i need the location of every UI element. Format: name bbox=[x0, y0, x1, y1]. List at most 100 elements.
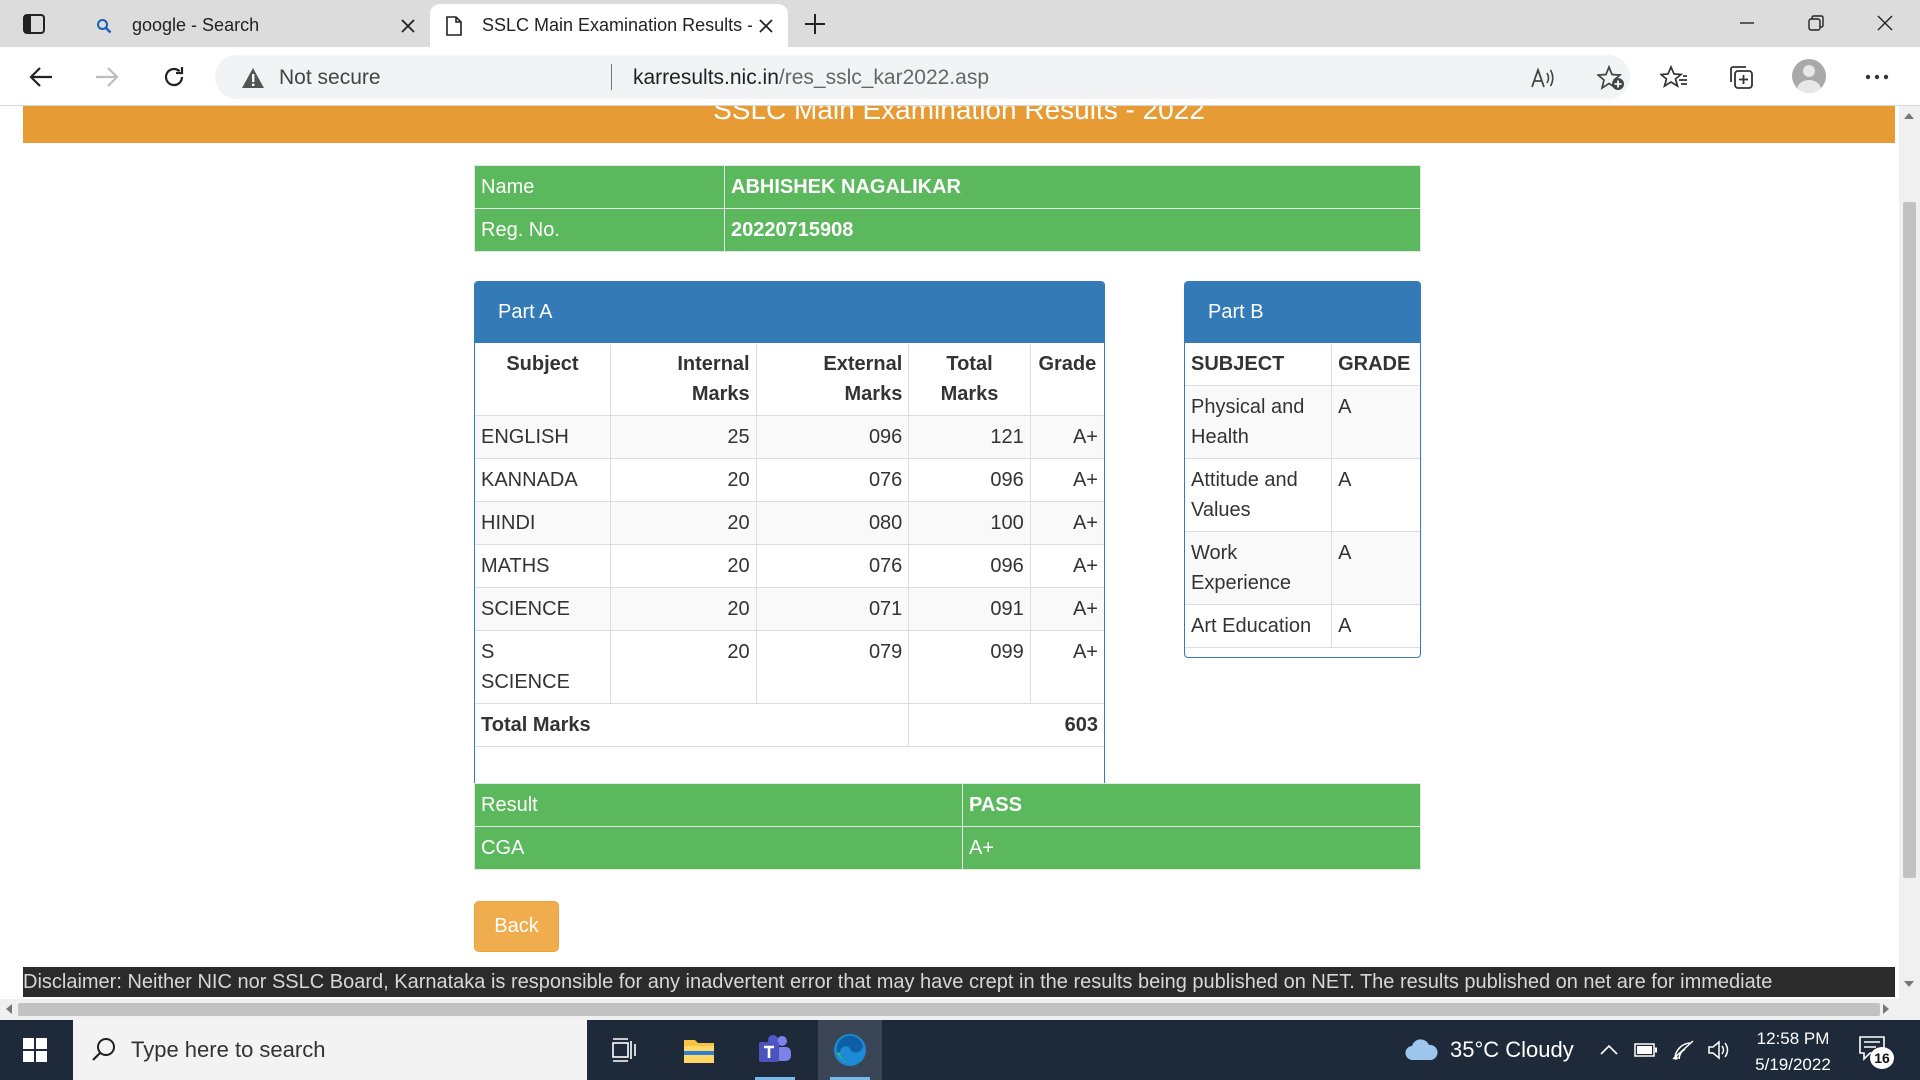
notification-center-button[interactable]: 16 bbox=[1858, 1035, 1894, 1069]
grade-cell: A bbox=[1331, 531, 1420, 605]
scroll-down-icon[interactable] bbox=[1904, 981, 1914, 987]
url-path: /res_sslc_kar2022.asp bbox=[778, 66, 990, 89]
address-bar[interactable]: Not secure karresults.nic.in/res_sslc_ka… bbox=[215, 55, 1630, 99]
subject-cell: HINDI bbox=[475, 501, 611, 545]
teams-button[interactable] bbox=[743, 1020, 807, 1080]
close-tab-icon[interactable] bbox=[394, 12, 422, 40]
speaker-icon bbox=[1708, 1040, 1729, 1060]
star-add-icon bbox=[1597, 65, 1624, 90]
browser-toolbar: Not secure karresults.nic.in/res_sslc_ka… bbox=[0, 47, 1920, 106]
favorites-icon bbox=[1660, 65, 1687, 88]
teams-icon bbox=[759, 1035, 791, 1062]
horizontal-scrollbar[interactable] bbox=[0, 999, 1899, 1020]
scroll-up-icon[interactable] bbox=[1904, 113, 1914, 119]
header-line: Marks bbox=[844, 383, 903, 405]
reg-no-value: 20220715908 bbox=[724, 208, 1421, 252]
total-marks-cell: 091 bbox=[908, 587, 1031, 631]
add-favorite-button[interactable] bbox=[1596, 63, 1626, 93]
avatar-head bbox=[1803, 65, 1815, 77]
part-b-heading: Part B bbox=[1185, 282, 1420, 343]
profile-avatar[interactable] bbox=[1792, 59, 1826, 93]
minimize-button[interactable] bbox=[1725, 8, 1769, 38]
weather-widget[interactable]: 35°C Cloudy bbox=[1404, 1032, 1584, 1068]
header-line: Marks bbox=[940, 383, 999, 405]
page-viewport: SSLC Main Examination Results - 2022 Nam… bbox=[0, 106, 1920, 1020]
refresh-icon bbox=[164, 67, 184, 87]
search-icon bbox=[92, 1038, 115, 1061]
favorites-button[interactable] bbox=[1655, 58, 1693, 96]
scroll-left-icon[interactable] bbox=[6, 1004, 12, 1014]
read-aloud-button[interactable] bbox=[1528, 63, 1558, 93]
start-button[interactable] bbox=[0, 1020, 70, 1080]
vertical-scrollbar[interactable] bbox=[1899, 106, 1920, 1020]
part-a-heading: Part A bbox=[475, 282, 1104, 343]
col-total-header: Total Marks bbox=[908, 343, 1031, 416]
refresh-button[interactable] bbox=[155, 58, 193, 96]
search-icon bbox=[94, 16, 114, 36]
battery-icon bbox=[1634, 1043, 1657, 1057]
back-nav-button[interactable] bbox=[22, 58, 60, 96]
table-row: HINDI 20 080 100 A+ bbox=[475, 501, 1104, 545]
battery-button[interactable] bbox=[1631, 1035, 1661, 1065]
total-row: Total Marks 603 bbox=[475, 703, 1104, 747]
minimize-icon bbox=[1740, 22, 1754, 24]
table-row: S SCIENCE 20 079 099 A+ bbox=[475, 630, 1104, 704]
show-hidden-icons-button[interactable] bbox=[1594, 1035, 1624, 1065]
vertical-scroll-thumb[interactable] bbox=[1903, 202, 1916, 878]
close-window-button[interactable] bbox=[1863, 8, 1907, 38]
security-label[interactable]: Not secure bbox=[279, 66, 381, 90]
network-button[interactable] bbox=[1668, 1035, 1698, 1065]
header-line: External bbox=[823, 353, 903, 375]
tab-title: SSLC Main Examination Results - bbox=[482, 15, 752, 35]
task-view-button[interactable] bbox=[592, 1020, 656, 1080]
horizontal-scroll-thumb[interactable] bbox=[18, 1003, 1880, 1016]
total-marks-cell: 100 bbox=[908, 501, 1031, 545]
volume-button[interactable] bbox=[1704, 1035, 1734, 1065]
part-b-panel: Part B SUBJECT GRADE Physical and Health… bbox=[1184, 281, 1421, 658]
subject-cell: Work Experience bbox=[1185, 531, 1333, 605]
wifi-icon bbox=[1672, 1040, 1694, 1060]
close-tab-icon[interactable] bbox=[752, 12, 780, 40]
table-row: CGA A+ bbox=[474, 826, 1421, 870]
header-line: Total bbox=[946, 353, 993, 375]
part-a-panel: Part A Subject Internal Marks External Mar… bbox=[474, 281, 1105, 858]
scroll-right-icon[interactable] bbox=[1883, 1004, 1889, 1014]
more-icon bbox=[1865, 74, 1889, 80]
table-header-row: Subject Internal Marks External Marks Tota… bbox=[475, 343, 1104, 416]
collections-button[interactable] bbox=[1722, 58, 1760, 96]
tab-actions-button[interactable] bbox=[18, 10, 50, 38]
new-tab-button[interactable] bbox=[800, 9, 830, 39]
internal-marks-cell: 20 bbox=[609, 501, 757, 545]
restore-button[interactable] bbox=[1794, 8, 1838, 38]
system-clock[interactable]: 12:58 PM 5/19/2022 bbox=[1738, 1026, 1848, 1078]
settings-menu-button[interactable] bbox=[1858, 58, 1896, 96]
grade-cell: A bbox=[1331, 385, 1420, 459]
header-line: Marks bbox=[691, 383, 750, 405]
subject-cell: MATHS bbox=[475, 544, 611, 588]
student-info-table: Name ABHISHEK NAGALIKAR Reg. No. 2022071… bbox=[474, 165, 1421, 252]
collections-icon bbox=[1730, 66, 1753, 89]
internal-marks-cell: 20 bbox=[609, 544, 757, 588]
tab-title: google - Search bbox=[132, 15, 260, 35]
forward-nav-button[interactable] bbox=[88, 58, 126, 96]
external-marks-cell: 071 bbox=[755, 587, 910, 631]
tab-google-search[interactable]: google - Search bbox=[80, 4, 430, 47]
reg-no-label: Reg. No. bbox=[474, 208, 725, 252]
address-separator bbox=[611, 64, 612, 90]
subject-cell: S SCIENCE bbox=[475, 630, 611, 704]
cloud-icon bbox=[1405, 1039, 1438, 1061]
url-text[interactable]: karresults.nic.in/res_sslc_kar2022.asp bbox=[633, 66, 989, 90]
tab-sslc-results[interactable]: SSLC Main Examination Results - bbox=[430, 4, 788, 47]
table-row: Name ABHISHEK NAGALIKAR bbox=[474, 165, 1421, 209]
task-view-icon bbox=[612, 1038, 636, 1062]
file-explorer-button[interactable] bbox=[667, 1020, 731, 1080]
warning-icon[interactable] bbox=[241, 67, 265, 89]
back-button[interactable]: Back bbox=[474, 901, 559, 952]
grade-cell: A+ bbox=[1029, 544, 1104, 588]
col-grade-header: GRADE bbox=[1331, 343, 1420, 386]
edge-browser-button[interactable] bbox=[818, 1020, 882, 1080]
grade-cell: A+ bbox=[1029, 587, 1104, 631]
taskbar-search-box[interactable]: Type here to search bbox=[73, 1020, 587, 1080]
subject-cell: KANNADA bbox=[475, 458, 611, 502]
external-marks-cell: 080 bbox=[755, 501, 910, 545]
